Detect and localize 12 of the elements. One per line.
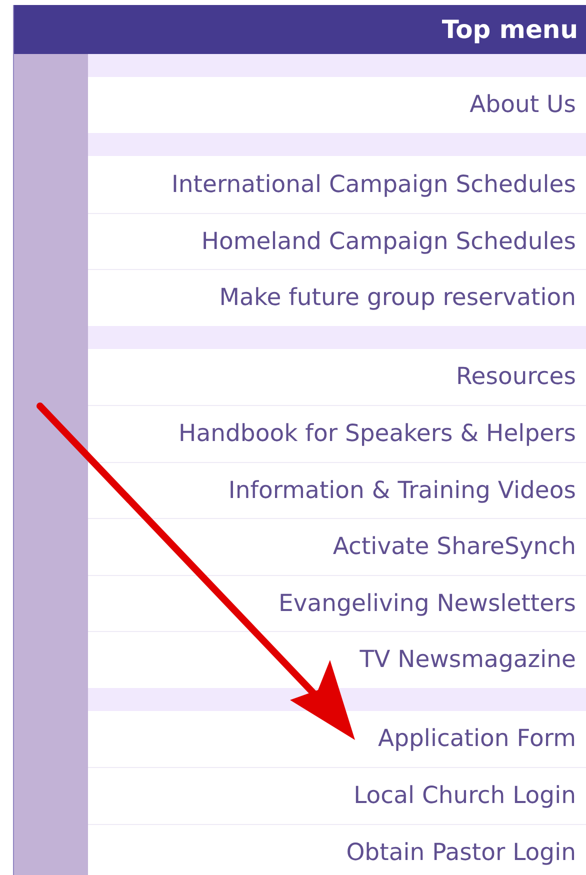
menu-link[interactable]: Resources: [88, 348, 586, 405]
menu-link[interactable]: Homeland Campaign Schedules: [88, 212, 586, 269]
menu-link[interactable]: Activate ShareSynch: [88, 518, 586, 574]
menu-link[interactable]: Handbook for Speakers & Helpers: [88, 405, 586, 462]
menu-link[interactable]: Application Form: [88, 710, 586, 767]
menu-title: Top menu: [442, 14, 578, 46]
menu-link[interactable]: Evangeliving Newsletters: [88, 574, 586, 631]
menu-link[interactable]: About Us: [88, 76, 586, 133]
menu-link[interactable]: Information & Training Videos: [88, 462, 586, 518]
menu-link[interactable]: Obtain Pastor Login: [88, 824, 586, 875]
menu-link[interactable]: Local Church Login: [88, 767, 586, 824]
menu-link[interactable]: International Campaign Schedules: [88, 156, 586, 212]
